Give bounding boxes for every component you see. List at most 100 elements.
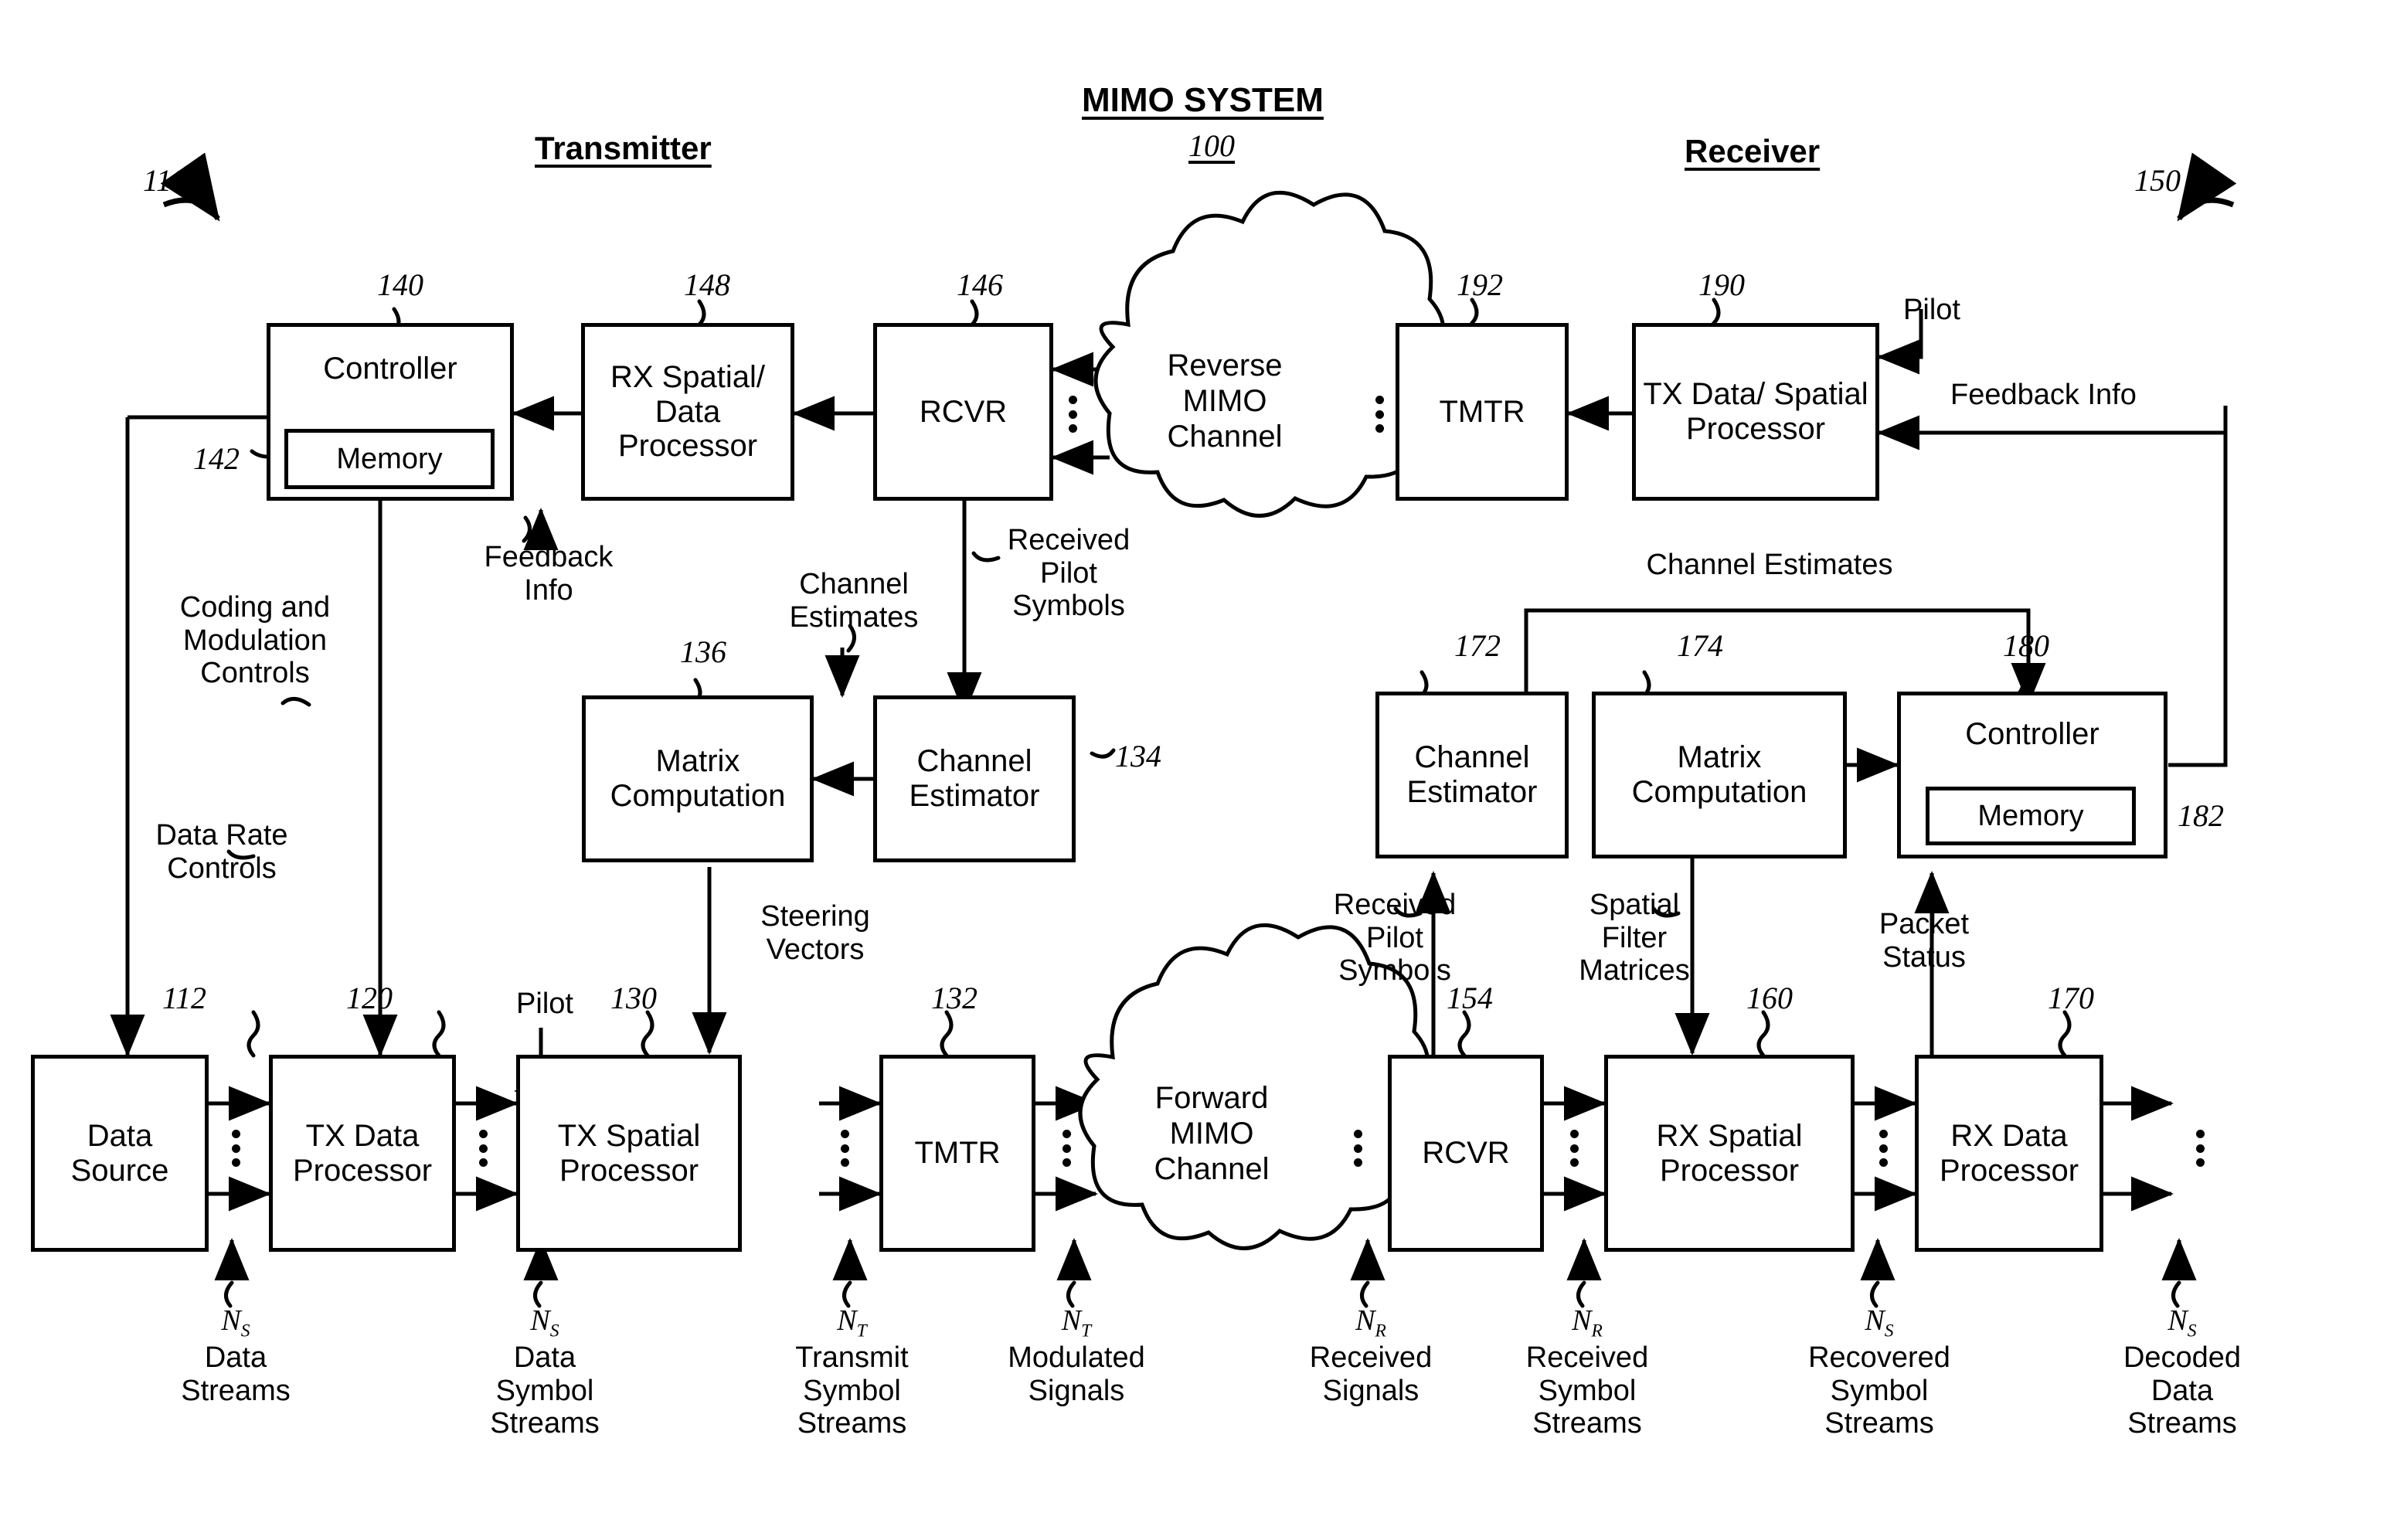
block-memory-rx-label: Memory bbox=[1977, 799, 2084, 832]
block-rx-data-processor-label: RX Data Processor bbox=[1939, 1118, 2079, 1188]
ellipsis-tx-data-processor bbox=[479, 1130, 488, 1167]
block-tmtr-rx[interactable]: TMTR bbox=[1396, 323, 1569, 501]
block-rx-spatial-data-processor[interactable]: RX Spatial/ Data Processor bbox=[581, 323, 794, 501]
label-steering-vectors: Steering Vectors bbox=[760, 900, 870, 966]
block-tx-spatial-processor[interactable]: TX Spatial Processor bbox=[516, 1055, 742, 1252]
ref-190: 190 bbox=[1698, 267, 1745, 302]
stream-text-7: Decoded Data Streams bbox=[2123, 1341, 2242, 1440]
block-controller-tx-label: Controller bbox=[323, 352, 457, 386]
block-memory-tx-label: Memory bbox=[336, 442, 443, 475]
block-tx-data-spatial-processor[interactable]: TX Data/ Spatial Processor bbox=[1632, 323, 1879, 501]
ref-transmitter-110: 110 bbox=[143, 163, 188, 198]
block-matrix-computation-tx[interactable]: Matrix Computation bbox=[582, 695, 814, 862]
ref-146: 146 bbox=[957, 267, 1003, 302]
block-matrix-computation-rx[interactable]: Matrix Computation bbox=[1592, 692, 1847, 858]
block-memory-rx[interactable]: Memory bbox=[1926, 787, 2136, 845]
stream-label-6: NS Recovered Symbol Streams bbox=[1766, 1304, 1992, 1440]
ellipsis-rx-data-processor-in bbox=[1879, 1130, 1888, 1167]
block-channel-estimator-tx-label: Channel Estimator bbox=[909, 744, 1040, 813]
ellipsis-tmtr-rx bbox=[1375, 396, 1384, 433]
label-pilot-top: Pilot bbox=[1903, 294, 1960, 326]
stream-symbol-2: NT bbox=[837, 1304, 867, 1341]
block-tx-data-processor[interactable]: TX Data Processor bbox=[269, 1055, 456, 1252]
ellipsis-rcvr-rx bbox=[1354, 1130, 1362, 1167]
page-title: MIMO SYSTEM bbox=[1082, 81, 1324, 119]
stream-text-5: Received Symbol Streams bbox=[1525, 1341, 1649, 1440]
stream-label-5: NR Received Symbol Streams bbox=[1482, 1304, 1692, 1440]
ref-180: 180 bbox=[2003, 628, 2049, 663]
label-packet-status: Packet Status bbox=[1878, 908, 1970, 974]
label-data-rate-controls: Data Rate Controls bbox=[155, 819, 288, 885]
block-matrix-computation-tx-label: Matrix Computation bbox=[610, 744, 786, 813]
ref-134: 134 bbox=[1115, 739, 1161, 773]
ref-174: 174 bbox=[1677, 628, 1723, 663]
stream-text-6: Recovered Symbol Streams bbox=[1808, 1341, 1950, 1440]
block-tmtr-tx-label: TMTR bbox=[914, 1136, 1001, 1171]
patent-figure: MIMO SYSTEM 100 Transmitter Receiver 110… bbox=[0, 0, 2397, 1540]
label-channel-estimates-rx: Channel Estimates bbox=[1646, 549, 1893, 581]
block-data-source-label: Data Source bbox=[70, 1118, 169, 1188]
stream-label-3: NT Modulated Signals bbox=[964, 1304, 1188, 1407]
block-rx-data-processor[interactable]: RX Data Processor bbox=[1915, 1055, 2103, 1252]
ellipsis-rx-spatial-processor-in bbox=[1570, 1130, 1579, 1167]
label-spatial-filter-matrices: Spatial Filter Matrices bbox=[1579, 889, 1690, 988]
block-rcvr-tx-label: RCVR bbox=[919, 394, 1008, 429]
block-rx-spatial-processor-label: RX Spatial Processor bbox=[1656, 1118, 1803, 1188]
block-tx-data-processor-label: TX Data Processor bbox=[292, 1118, 433, 1188]
ref-172: 172 bbox=[1454, 628, 1501, 663]
label-coding-modulation-controls: Coding and Modulation Controls bbox=[179, 591, 331, 690]
stream-text-2: Transmit Symbol Streams bbox=[795, 1341, 909, 1440]
ref-112: 112 bbox=[162, 981, 207, 1015]
reverse-mimo-channel-label: Reverse MIMO Channel bbox=[1167, 348, 1283, 454]
block-data-source[interactable]: Data Source bbox=[31, 1055, 209, 1252]
label-feedback-info-left: Feedback Info bbox=[484, 541, 614, 607]
ref-182: 182 bbox=[2178, 798, 2224, 833]
block-tmtr-tx[interactable]: TMTR bbox=[879, 1055, 1035, 1252]
stream-label-4: NR Received Signals bbox=[1266, 1304, 1476, 1407]
stream-label-0: NS Data Streams bbox=[131, 1304, 340, 1407]
stream-symbol-4: NR bbox=[1355, 1304, 1386, 1341]
ref-160: 160 bbox=[1746, 981, 1793, 1015]
ref-receiver-150: 150 bbox=[2134, 163, 2181, 198]
stream-symbol-1: NS bbox=[530, 1304, 559, 1341]
block-rcvr-tx[interactable]: RCVR bbox=[873, 323, 1053, 501]
ref-120: 120 bbox=[346, 981, 393, 1015]
ref-132: 132 bbox=[931, 981, 978, 1015]
forward-mimo-channel-label: Forward MIMO Channel bbox=[1154, 1081, 1270, 1186]
stream-label-2: NT Transmit Symbol Streams bbox=[746, 1304, 958, 1440]
stream-text-4: Received Signals bbox=[1309, 1341, 1433, 1407]
stream-text-1: Data Symbol Streams bbox=[490, 1341, 600, 1440]
block-rx-spatial-processor[interactable]: RX Spatial Processor bbox=[1604, 1055, 1855, 1252]
ref-142: 142 bbox=[193, 441, 240, 476]
stream-symbol-7: NS bbox=[2168, 1304, 2197, 1341]
ellipsis-tx-spatial-processor bbox=[841, 1130, 849, 1167]
block-rcvr-rx[interactable]: RCVR bbox=[1388, 1055, 1544, 1252]
ref-170: 170 bbox=[2048, 981, 2094, 1015]
label-received-pilot-symbols-rx: Received Pilot Symbols bbox=[1333, 889, 1457, 988]
block-rx-spatial-data-processor-label: RX Spatial/ Data Processor bbox=[610, 359, 766, 464]
block-memory-tx[interactable]: Memory bbox=[284, 429, 495, 489]
label-feedback-info-right: Feedback Info bbox=[1950, 379, 2137, 411]
ellipsis-rx-data-processor-out bbox=[2196, 1130, 2205, 1167]
ref-148: 148 bbox=[684, 267, 730, 302]
stream-symbol-3: NT bbox=[1061, 1304, 1092, 1341]
block-channel-estimator-rx[interactable]: Channel Estimator bbox=[1375, 692, 1569, 858]
block-tx-spatial-processor-label: TX Spatial Processor bbox=[557, 1118, 701, 1188]
stream-symbol-5: NR bbox=[1572, 1304, 1603, 1341]
stream-text-3: Modulated Signals bbox=[1008, 1341, 1145, 1407]
ellipsis-rcvr-tx bbox=[1069, 396, 1077, 433]
block-channel-estimator-tx[interactable]: Channel Estimator bbox=[873, 695, 1076, 862]
ref-140: 140 bbox=[377, 267, 423, 302]
block-matrix-computation-rx-label: Matrix Computation bbox=[1631, 740, 1807, 809]
block-controller-rx-label: Controller bbox=[1965, 717, 2100, 751]
label-pilot-bottom: Pilot bbox=[516, 988, 573, 1020]
ref-154: 154 bbox=[1447, 981, 1493, 1015]
label-received-pilot-symbols-tx: Received Pilot Symbols bbox=[1007, 524, 1130, 623]
page-title-number: 100 bbox=[1188, 128, 1235, 163]
block-tmtr-rx-label: TMTR bbox=[1439, 394, 1525, 429]
block-channel-estimator-rx-label: Channel Estimator bbox=[1406, 740, 1538, 809]
transmitter-header: Transmitter bbox=[535, 130, 712, 166]
stream-text-0: Data Streams bbox=[181, 1341, 291, 1407]
stream-symbol-0: NS bbox=[221, 1304, 250, 1341]
block-rcvr-rx-label: RCVR bbox=[1422, 1136, 1510, 1171]
